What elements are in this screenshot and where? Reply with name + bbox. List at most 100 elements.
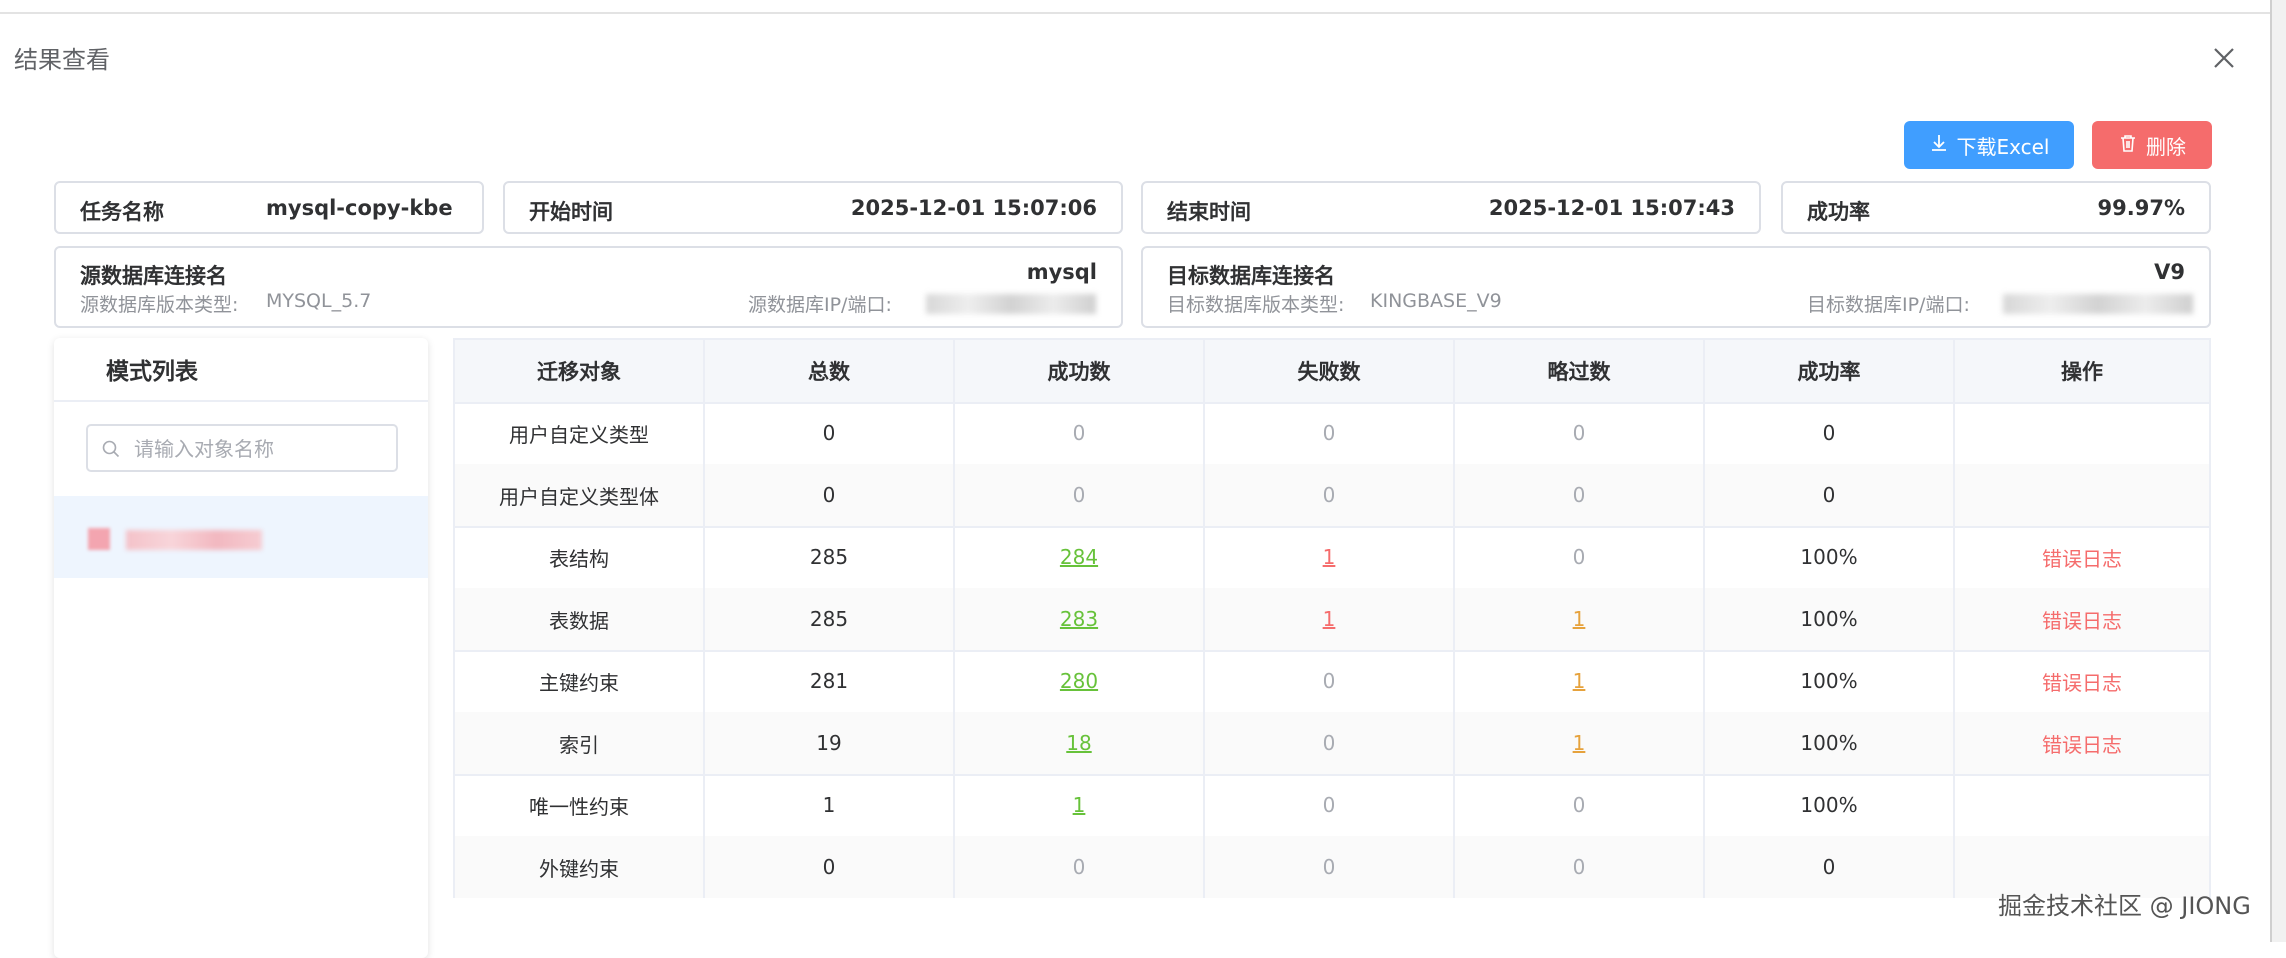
cell-obj: 唯一性约束 xyxy=(529,794,629,819)
success-count-link[interactable]: 280 xyxy=(1060,669,1098,693)
table-row: 外键约束 0 0 0 0 0 xyxy=(455,836,2209,898)
table-cell: 1 xyxy=(1455,650,1705,712)
table-cell: 281 xyxy=(705,650,955,712)
table-cell: 0 xyxy=(705,402,955,464)
cell-obj: 用户自定义类型体 xyxy=(499,484,659,509)
table-row: 唯一性约束 1 1 0 0 100% xyxy=(455,774,2209,838)
success-count-link[interactable]: 1 xyxy=(1073,793,1086,817)
table-cell: 0 xyxy=(705,836,955,898)
cell-fail: 0 xyxy=(1322,855,1336,879)
success-count-link[interactable]: 18 xyxy=(1066,731,1091,755)
task-name-value: mysql-copy-kbe xyxy=(266,196,453,220)
skip-count-link[interactable]: 1 xyxy=(1573,731,1586,755)
table-cell: 18 xyxy=(955,712,1205,774)
table-cell: 表结构 xyxy=(455,526,705,588)
success-count-link[interactable]: 283 xyxy=(1060,607,1098,631)
cell-rate: 0 xyxy=(1822,855,1836,879)
success-count-link[interactable]: 284 xyxy=(1060,545,1098,569)
close-icon[interactable] xyxy=(2208,42,2240,74)
table-cell: 索引 xyxy=(455,712,705,774)
target-version-value: KINGBASE_V9 xyxy=(1370,290,1502,312)
table-cell: 285 xyxy=(705,588,955,650)
table-cell: 1 xyxy=(1205,588,1455,650)
table-cell: 外键约束 xyxy=(455,836,705,898)
table-cell: 错误日志 xyxy=(1955,650,2209,712)
table-row: 用户自定义类型 0 0 0 0 0 xyxy=(455,402,2209,466)
table-cell: 0 xyxy=(1455,402,1705,464)
cell-total: 0 xyxy=(822,855,836,879)
fail-count-link[interactable]: 1 xyxy=(1323,545,1336,569)
cell-rate: 100% xyxy=(1800,545,1858,569)
skip-count-link[interactable]: 1 xyxy=(1573,669,1586,693)
end-time-value: 2025-12-01 15:07:43 xyxy=(1488,196,1735,220)
cell-total: 285 xyxy=(809,545,849,569)
schema-search-box[interactable] xyxy=(86,424,398,472)
watermark: 掘金技术社区 @ JIONG xyxy=(1998,892,2251,920)
table-cell: 0 xyxy=(705,464,955,526)
table-cell: 283 xyxy=(955,588,1205,650)
table-header-cell: 操作 xyxy=(2061,360,2103,384)
error-log-link[interactable]: 错误日志 xyxy=(2042,667,2122,696)
table-cell: 错误日志 xyxy=(1955,526,2209,588)
table-cell: 0 xyxy=(955,402,1205,464)
delete-label: 删除 xyxy=(2146,134,2186,159)
table-cell: 0 xyxy=(1205,650,1455,712)
table-cell: 0 xyxy=(1205,774,1455,836)
fail-count-link[interactable]: 1 xyxy=(1323,607,1336,631)
table-cell: 0 xyxy=(1205,464,1455,526)
source-ip-redacted xyxy=(926,294,1096,314)
table-cell: 100% xyxy=(1705,526,1955,588)
schema-list-panel: 模式列表 xyxy=(54,338,428,958)
cell-skip: 0 xyxy=(1572,545,1586,569)
cell-rate: 100% xyxy=(1800,793,1858,817)
skip-count-link[interactable]: 1 xyxy=(1573,607,1586,631)
cell-fail: 0 xyxy=(1322,731,1336,755)
table-cell: 0 xyxy=(1455,836,1705,898)
window-scrollbar-track[interactable] xyxy=(2270,0,2286,942)
table-cell: 错误日志 xyxy=(1955,712,2209,774)
start-time-value: 2025-12-01 15:07:06 xyxy=(850,196,1097,220)
cell-total: 0 xyxy=(822,483,836,507)
task-name-card: 任务名称 mysql-copy-kbe xyxy=(54,181,484,234)
cell-skip: 0 xyxy=(1572,855,1586,879)
table-cell: 表数据 xyxy=(455,588,705,650)
cell-skip: 0 xyxy=(1572,793,1586,817)
cell-fail: 0 xyxy=(1322,421,1336,445)
cell-obj: 外键约束 xyxy=(539,856,619,881)
success-rate-value: 99.97% xyxy=(2097,196,2185,220)
table-cell: 0 xyxy=(1205,712,1455,774)
table-header-cell: 失败数 xyxy=(1205,340,1455,402)
table-header-cell: 迁移对象 xyxy=(455,340,705,402)
download-excel-button[interactable]: 下载Excel xyxy=(1904,121,2074,169)
search-input[interactable] xyxy=(132,432,392,466)
table-cell: 1 xyxy=(1455,588,1705,650)
schema-item-label-redacted xyxy=(126,530,262,550)
cell-rate: 100% xyxy=(1800,669,1858,693)
schema-item-icon xyxy=(88,528,110,550)
cell-fail: 0 xyxy=(1322,793,1336,817)
cell-total: 281 xyxy=(809,669,849,693)
table-row: 用户自定义类型体 0 0 0 0 0 xyxy=(455,464,2209,528)
cell-fail: 0 xyxy=(1322,483,1336,507)
delete-button[interactable]: 删除 xyxy=(2092,121,2212,169)
table-header-cell: 略过数 xyxy=(1455,340,1705,402)
table-row: 表结构 285 284 1 0 100% 错误日志 xyxy=(455,526,2209,590)
source-ip-label: 源数据库IP/端口: xyxy=(748,294,892,316)
error-log-link[interactable]: 错误日志 xyxy=(2042,543,2122,572)
success-rate-label: 成功率 xyxy=(1807,200,1870,224)
error-log-link[interactable]: 错误日志 xyxy=(2042,729,2122,758)
schema-list-item[interactable] xyxy=(54,496,428,578)
error-log-link[interactable]: 错误日志 xyxy=(2042,605,2122,634)
target-ip-label: 目标数据库IP/端口: xyxy=(1807,294,1970,316)
table-cell: 285 xyxy=(705,526,955,588)
cell-obj: 索引 xyxy=(559,732,599,757)
table-cell: 100% xyxy=(1705,774,1955,836)
table-cell: 错误日志 xyxy=(1955,588,2209,650)
cell-rate: 0 xyxy=(1822,421,1836,445)
start-time-label: 开始时间 xyxy=(529,200,613,224)
table-row: 主键约束 281 280 0 1 100% 错误日志 xyxy=(455,650,2209,714)
table-cell: 用户自定义类型体 xyxy=(455,464,705,526)
table-cell: 100% xyxy=(1705,650,1955,712)
table-cell xyxy=(1955,402,2209,464)
source-db-label: 源数据库连接名 xyxy=(80,264,227,288)
